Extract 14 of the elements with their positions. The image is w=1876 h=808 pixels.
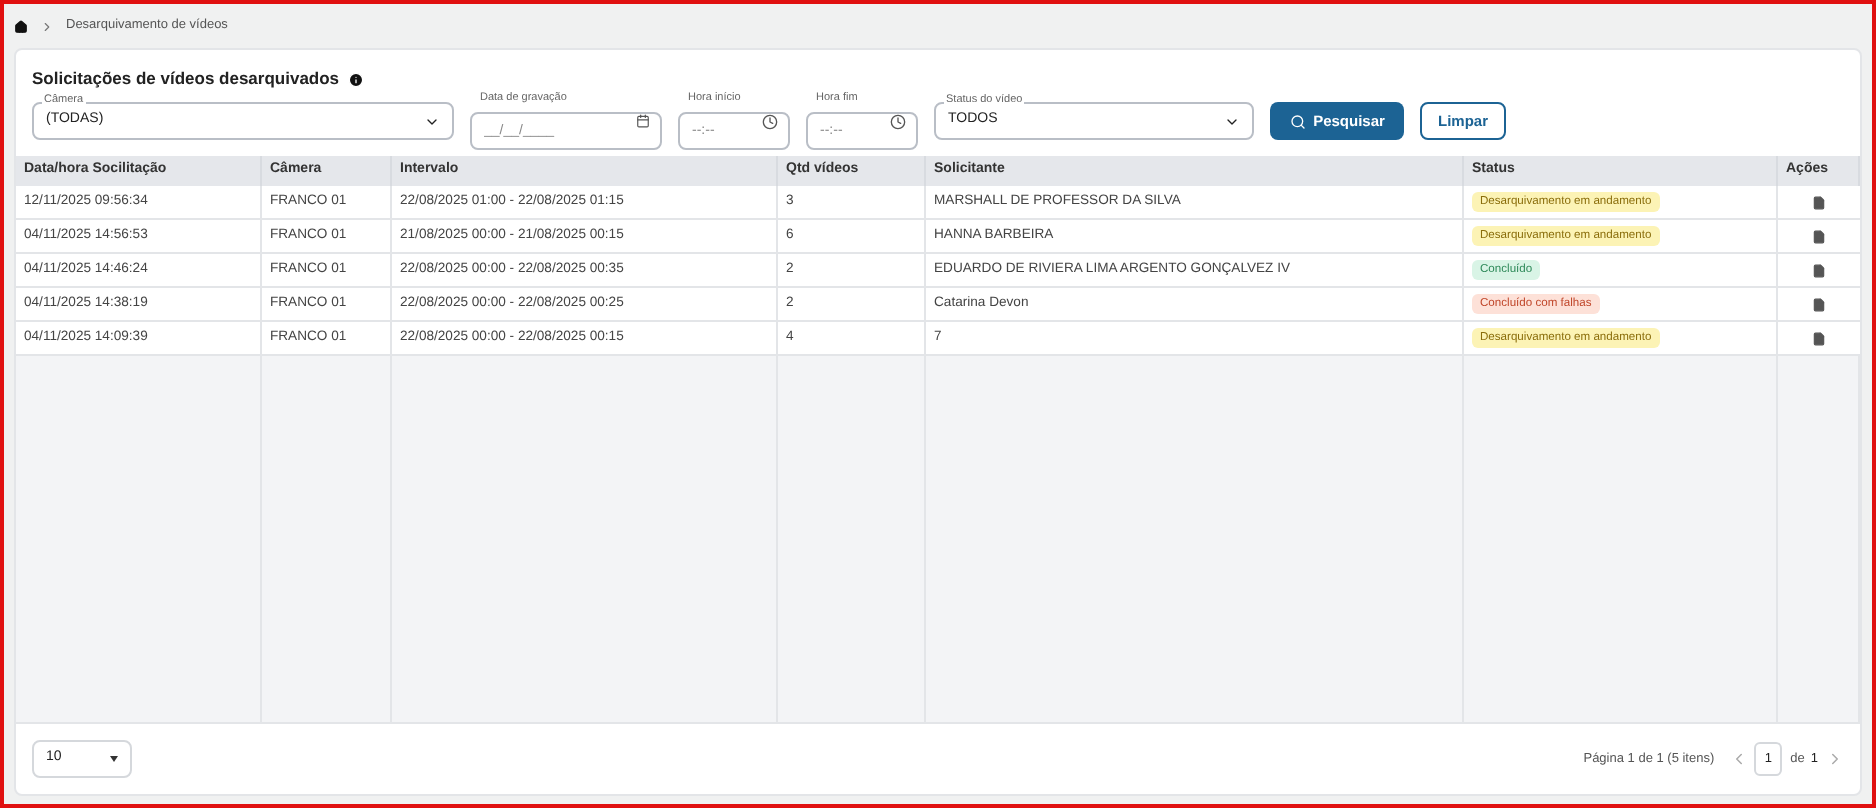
- info-icon[interactable]: [347, 71, 364, 87]
- home-icon[interactable]: [14, 19, 28, 33]
- document-icon[interactable]: [1812, 297, 1826, 311]
- caret-icon: [110, 756, 118, 762]
- document-icon[interactable]: [1812, 195, 1826, 209]
- document-icon[interactable]: [1812, 263, 1826, 277]
- page-title: Solicitações de vídeos desarquivados: [32, 66, 340, 92]
- chevron-icon: [40, 19, 54, 33]
- document-icon[interactable]: [1812, 229, 1826, 243]
- document-icon[interactable]: [1812, 331, 1826, 345]
- search-icon: [1289, 113, 1306, 129]
- clock-icon: [890, 113, 906, 129]
- clock-icon: [762, 113, 778, 129]
- calendar-icon: [636, 114, 650, 128]
